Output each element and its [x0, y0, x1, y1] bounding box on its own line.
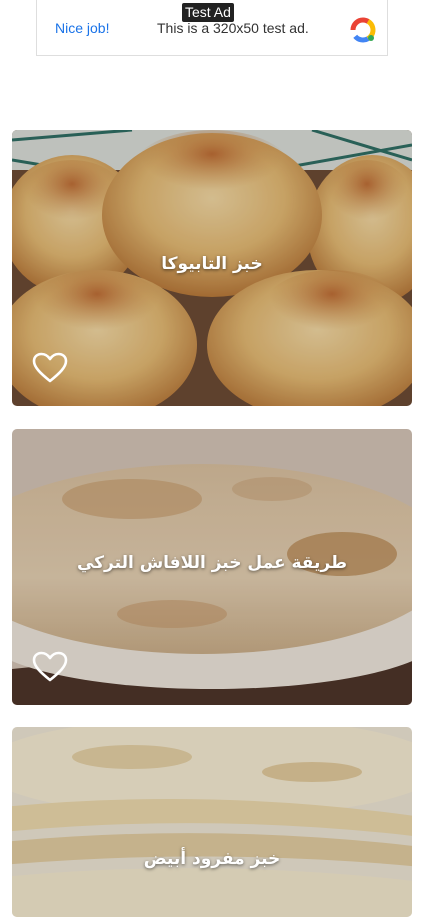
ad-nice-job-label: Nice job! — [55, 20, 110, 36]
recipe-image — [12, 727, 412, 917]
recipe-card[interactable]: خبز التابيوكا — [12, 130, 412, 406]
recipe-title: خبز مفرود أبيض — [143, 849, 281, 869]
test-ad-tag: Test Ad — [182, 3, 234, 22]
recipe-card[interactable]: خبز مفرود أبيض — [12, 727, 412, 917]
recipe-card[interactable]: طريقة عمل خبز اللافاش التركي — [12, 429, 412, 705]
heart-outline-icon[interactable] — [32, 651, 68, 683]
heart-outline-icon[interactable] — [32, 352, 68, 384]
ad-text: This is a 320x50 test ad. — [157, 20, 309, 36]
ad-logo-icon — [350, 17, 376, 43]
recipe-title: طريقة عمل خبز اللافاش التركي — [76, 553, 348, 573]
recipe-title: خبز التابيوكا — [161, 254, 263, 274]
